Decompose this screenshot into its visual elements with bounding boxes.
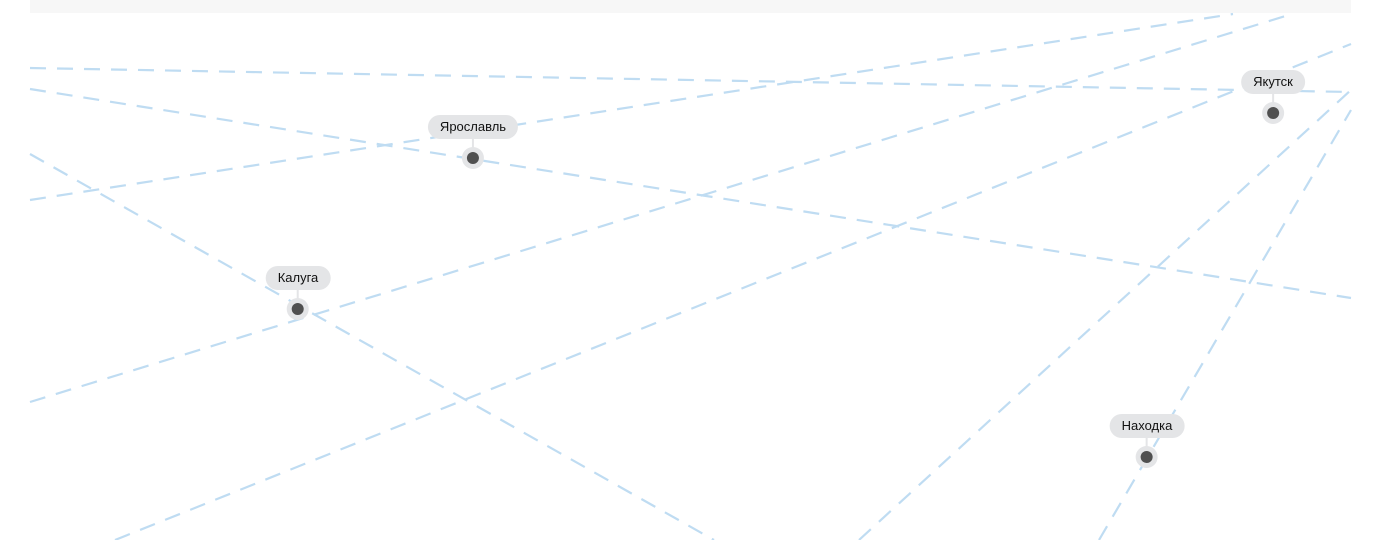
route-line — [29, 153, 715, 540]
marker-dot-icon — [291, 303, 304, 315]
marker-dot-icon — [466, 152, 479, 164]
route-line — [1098, 109, 1352, 540]
location-pin-icon[interactable] — [1136, 446, 1158, 468]
location-pin-icon[interactable] — [461, 147, 484, 169]
city-label-yakutsk[interactable]: Якутск — [1241, 70, 1305, 94]
city-marker-nakhodka[interactable]: Находка — [1109, 414, 1185, 468]
city-marker-yaroslavl[interactable]: Ярославль — [427, 115, 519, 169]
city-label-yaroslavl[interactable]: Ярославль — [427, 115, 519, 139]
marker-connector — [1146, 437, 1148, 447]
location-pin-icon[interactable] — [1262, 102, 1284, 124]
city-marker-kaluga[interactable]: Калуга — [265, 266, 331, 320]
city-label-nakhodka[interactable]: Находка — [1109, 414, 1185, 438]
marker-dot-icon — [1267, 107, 1279, 119]
map-canvas[interactable]: Ярославль Калуга Якутск Находка — [0, 0, 1373, 540]
location-pin-icon[interactable] — [286, 298, 309, 320]
route-line — [29, 66, 1352, 94]
marker-connector — [296, 289, 299, 299]
marker-connector — [471, 138, 474, 148]
marker-dot-icon — [1141, 451, 1153, 463]
map-page: Ярославль Калуга Якутск Находка — [0, 0, 1373, 540]
route-line — [858, 89, 1352, 540]
city-label-kaluga[interactable]: Калуга — [265, 266, 331, 290]
marker-connector — [1272, 93, 1274, 103]
city-marker-yakutsk[interactable]: Якутск — [1241, 70, 1305, 124]
route-line — [29, 12, 1234, 202]
